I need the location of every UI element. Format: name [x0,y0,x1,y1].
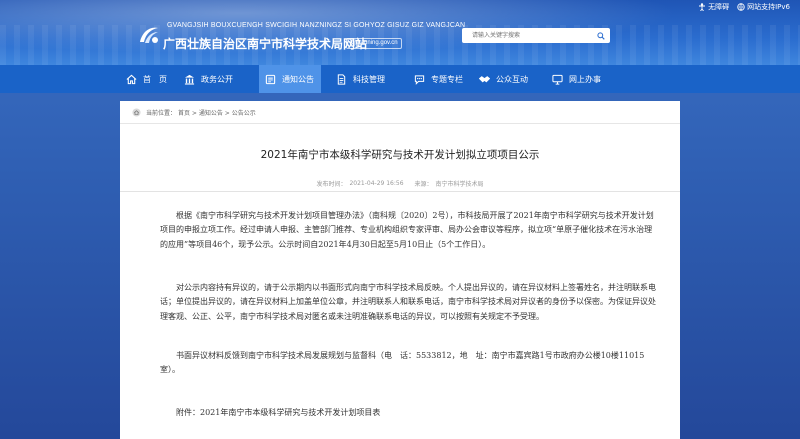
search-button[interactable] [594,29,608,42]
search-input[interactable] [462,29,594,42]
accessibility-link[interactable]: 无障碍 [698,2,729,12]
source-name: 南宁市科学技术局 [435,181,484,188]
accessibility-label: 无障碍 [708,3,730,11]
article-paragraph-3: 书面异议材料反馈到南宁市科学技术局发展规划与监督科（电 话：5533812，地 … [160,351,645,375]
site-domain-badge: kjj.nanning.gov.cn [346,38,402,49]
nav-item-online-services[interactable]: 网上办事 [546,65,607,93]
publish-time: 2021-04-29 16:56 [349,180,404,187]
main-nav: 首 页 政务公开 通知公告 科技管理 专题专栏 公众互动 网上办事 [0,65,800,93]
header-light-backdrop [0,0,800,65]
handshake-icon [479,75,490,82]
article-paragraph-2: 对公示内容持有异议的，请于公示期内以书面形式向南宁市科学技术局反映。个人提出异议… [160,283,656,321]
site-header: GVANGJSIH BOUXCUENGH SWCIGIH NANZNINGZ S… [0,0,800,65]
nav-label-home: 首 页 [143,74,167,84]
article-meta: 发布时间： 2021-04-29 16:56 来源： 南宁市科学技术局 [120,176,680,192]
nav-item-notices[interactable]: 通知公告 [259,65,321,93]
nav-label-government-affairs: 政务公开 [201,74,233,84]
site-name-english: GVANGJSIH BOUXCUENGH SWCIGIH NANZNINGZ S… [167,22,466,29]
breadcrumb-prefix: 当前位置： [146,109,177,117]
nav-item-special-topics[interactable]: 专题专栏 [408,65,469,93]
breadcrumb-path[interactable]: 首页 > 通知公告 > 公告公示 [178,108,256,117]
site-name-chinese[interactable]: 广西壮族自治区南宁市科学技术局网站 [163,35,367,52]
document-icon [337,73,346,85]
chat-icon [414,74,425,85]
breadcrumb: 当前位置： 首页 > 通知公告 > 公告公示 [120,101,680,124]
content-panel: 当前位置： 首页 > 通知公告 > 公告公示 2021年南宁市本级科学研究与技术… [120,101,680,439]
accessibility-icon [699,3,706,11]
nav-item-home[interactable]: 首 页 [120,65,173,93]
ipv6-badge[interactable]: 网站支持IPv6 [737,2,790,12]
source-label: 来源： [414,181,433,188]
nav-item-public-interaction[interactable]: 公众互动 [473,65,534,93]
nav-label-notices: 通知公告 [282,74,314,84]
search-box [462,28,610,43]
nav-label-special-topics: 专题专栏 [431,74,463,84]
home-icon [126,74,137,84]
attachment-link[interactable]: 附件：2021年南宁市本级科学研究与技术开发计划项目表 [160,406,660,420]
nav-item-government-affairs[interactable]: 政务公开 [178,65,239,93]
nav-label-online-services: 网上办事 [569,74,601,84]
building-icon [184,74,195,85]
globe-icon [737,3,745,11]
location-home-icon [132,107,141,117]
article-title: 2021年南宁市本级科学研究与技术开发计划拟立项项目公示 [260,149,540,161]
ipv6-label: 网站支持IPv6 [747,3,790,11]
notice-icon [265,74,276,84]
nav-label-public-interaction: 公众互动 [496,74,528,84]
site-logo-icon[interactable] [136,22,162,48]
publish-label: 发布时间： [316,181,347,188]
monitor-icon [552,74,563,85]
search-icon [597,31,605,40]
nav-item-science-management[interactable]: 科技管理 [330,65,391,93]
top-links: 无障碍 网站支持IPv6 [698,2,790,12]
nav-label-science-management: 科技管理 [353,74,385,84]
article-paragraph-1: 根据《南宁市科学研究与技术开发计划项目管理办法》（南科规〔2020〕2号），市科… [160,211,654,249]
